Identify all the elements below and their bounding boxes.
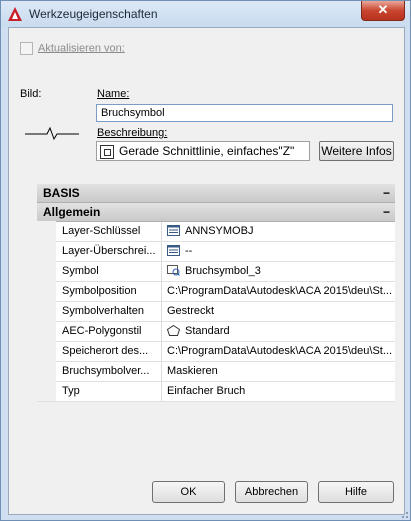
autocad-logo-icon	[8, 7, 22, 21]
collapse-icon[interactable]: −	[383, 184, 390, 202]
property-value-cell[interactable]: C:\ProgramData\Autodesk\ACA 2015\deu\St.…	[167, 342, 395, 361]
table-row[interactable]: Symbolverhalten Gestreckt	[37, 301, 395, 322]
property-value: Maskieren	[167, 365, 218, 377]
name-label: Name:	[97, 88, 130, 100]
row-gutter	[37, 341, 56, 361]
update-from-checkbox-row[interactable]: Aktualisieren von:	[20, 42, 125, 55]
property-key: Layer-Überschrei...	[56, 242, 162, 261]
title-bar[interactable]: Werkzeugeigenschaften ✕	[1, 1, 410, 27]
dialog-body: Aktualisieren von: Bild: Name: Bruchsymb…	[8, 27, 405, 515]
table-row[interactable]: Layer-Überschrei... --	[37, 241, 395, 262]
property-value: Standard	[185, 325, 230, 337]
description-text: Gerade Schnittlinie, einfaches"Z"	[119, 144, 295, 158]
category-general-label: Allgemein	[43, 205, 101, 219]
description-label: Beschreibung:	[97, 127, 168, 139]
help-button[interactable]: Hilfe	[318, 481, 394, 503]
name-input[interactable]: Bruchsymbol	[96, 104, 393, 122]
description-editor-icon[interactable]	[100, 145, 114, 159]
property-key: Speicherort des...	[56, 342, 162, 361]
category-basis-label: BASIS	[43, 186, 80, 200]
row-gutter	[37, 241, 56, 261]
property-value-cell[interactable]: Einfacher Bruch	[167, 382, 395, 401]
symbol-browser-icon	[167, 265, 185, 277]
property-value-cell[interactable]: Standard	[167, 322, 395, 341]
property-value-cell[interactable]: Bruchsymbol_3	[167, 262, 395, 281]
row-gutter	[37, 321, 56, 341]
property-value: --	[185, 245, 193, 257]
layer-list-icon	[167, 225, 185, 237]
property-key: Typ	[56, 382, 162, 401]
table-row[interactable]: Layer-Schlüssel ANNSYMOBJ	[37, 221, 395, 242]
property-value-cell[interactable]: Maskieren	[167, 362, 395, 381]
property-value-cell[interactable]: C:\ProgramData\Autodesk\ACA 2015\deu\St.…	[167, 282, 395, 301]
category-general[interactable]: Allgemein −	[37, 203, 395, 222]
property-key: Symbolposition	[56, 282, 162, 301]
ok-button[interactable]: OK	[152, 481, 225, 503]
resize-grip-icon[interactable]	[399, 509, 409, 519]
row-gutter	[37, 381, 56, 401]
image-label: Bild:	[20, 88, 42, 100]
table-row[interactable]: Symbol Bruchsymbol_3	[37, 261, 395, 282]
dialog-window: Werkzeugeigenschaften ✕ Aktualisieren vo…	[0, 0, 411, 521]
property-value: C:\ProgramData\Autodesk\ACA 2015\deu\St.…	[167, 285, 393, 297]
property-value: Gestreckt	[167, 305, 215, 317]
cancel-button[interactable]: Abbrechen	[235, 481, 308, 503]
row-gutter	[37, 361, 56, 381]
property-value: ANNSYMOBJ	[185, 225, 254, 237]
layer-list-icon	[167, 245, 185, 257]
table-row[interactable]: Symbolposition C:\ProgramData\Autodesk\AC…	[37, 281, 395, 302]
close-button[interactable]: ✕	[361, 1, 405, 21]
polygon-icon	[167, 325, 185, 337]
property-key: AEC-Polygonstil	[56, 322, 162, 341]
property-key: Symbolverhalten	[56, 302, 162, 321]
property-grid: BASIS − Allgemein − Layer-Schlüssel ANNSY…	[37, 184, 395, 402]
update-from-checkbox[interactable]	[20, 42, 33, 55]
table-row[interactable]: Speicherort des... C:\ProgramData\Autodes…	[37, 341, 395, 362]
row-gutter	[37, 281, 56, 301]
property-key: Layer-Schlüssel	[56, 222, 162, 241]
property-key: Symbol	[56, 262, 162, 281]
break-symbol-preview-icon	[25, 126, 79, 141]
property-value: Einfacher Bruch	[167, 385, 246, 397]
update-from-label: Aktualisieren von:	[38, 42, 125, 55]
collapse-icon[interactable]: −	[383, 203, 390, 221]
row-gutter	[37, 261, 56, 281]
table-row[interactable]: Bruchsymbolver... Maskieren	[37, 361, 395, 382]
property-value-cell[interactable]: Gestreckt	[167, 302, 395, 321]
table-row[interactable]: AEC-Polygonstil Standard	[37, 321, 395, 342]
description-field[interactable]: Gerade Schnittlinie, einfaches"Z"	[96, 141, 310, 161]
category-basis[interactable]: BASIS −	[37, 184, 395, 203]
more-info-button[interactable]: Weitere Infos	[319, 141, 394, 161]
row-gutter	[37, 301, 56, 321]
property-rows: Layer-Schlüssel ANNSYMOBJ Layer-Überschrei…	[37, 221, 395, 402]
property-value-cell[interactable]: --	[167, 242, 395, 261]
property-value: Bruchsymbol_3	[185, 265, 261, 277]
property-value-cell[interactable]: ANNSYMOBJ	[167, 222, 395, 241]
property-value: C:\ProgramData\Autodesk\ACA 2015\deu\St.…	[167, 345, 393, 357]
window-title: Werkzeugeigenschaften	[29, 7, 158, 21]
table-row[interactable]: Typ Einfacher Bruch	[37, 381, 395, 402]
property-key: Bruchsymbolver...	[56, 362, 162, 381]
row-gutter	[37, 221, 56, 241]
